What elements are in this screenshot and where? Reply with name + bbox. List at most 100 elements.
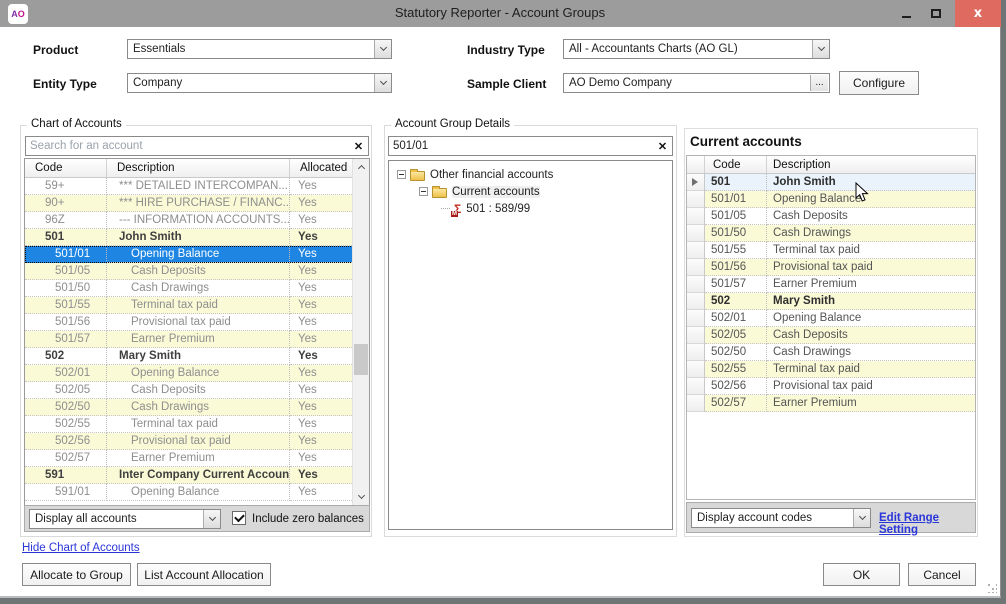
row-selector[interactable] <box>687 208 705 225</box>
product-select[interactable]: Essentials <box>127 39 392 59</box>
entity-type-select[interactable]: Company <box>127 73 392 93</box>
tree-item-label: Other financial accounts <box>430 169 553 181</box>
group-filter-input[interactable] <box>393 138 652 154</box>
row-selector[interactable] <box>687 327 705 344</box>
cell-description: Cash Deposits <box>767 208 975 225</box>
table-row[interactable]: 501/50Cash Drawings <box>687 225 975 242</box>
row-selector[interactable] <box>687 310 705 327</box>
table-row[interactable]: 591/01Opening BalanceYes <box>25 484 369 501</box>
group-filter-box[interactable]: ✕ <box>388 136 673 156</box>
row-selector[interactable] <box>687 361 705 378</box>
display-account-codes-dropdown-button[interactable] <box>853 509 870 527</box>
column-header-description[interactable]: Description <box>767 156 975 173</box>
table-row[interactable]: 501/01Opening BalanceYes <box>25 246 369 263</box>
table-row[interactable]: 591Inter Company Current Accoun...Yes <box>25 467 369 484</box>
table-row[interactable]: 501/57Earner PremiumYes <box>25 331 369 348</box>
row-selector[interactable] <box>687 242 705 259</box>
cell-allocated: Yes <box>290 229 352 246</box>
display-account-codes-select[interactable]: Display account codes <box>691 508 871 528</box>
column-header-code[interactable]: Code <box>705 156 767 173</box>
entity-type-value: Company <box>133 77 182 89</box>
table-row[interactable]: 501/05Cash Deposits <box>687 208 975 225</box>
table-row[interactable]: 502/01Opening Balance <box>687 310 975 327</box>
allocate-to-group-button[interactable]: Allocate to Group <box>22 563 131 586</box>
collapse-icon[interactable] <box>397 170 406 179</box>
table-row[interactable]: 502/56Provisional tax paidYes <box>25 433 369 450</box>
cell-allocated: Yes <box>290 331 352 348</box>
table-row[interactable]: 90+*** HIRE PURCHASE / FINANC...Yes <box>25 195 369 212</box>
close-button[interactable]: x <box>955 0 1001 27</box>
table-row[interactable]: 502/50Cash DrawingsYes <box>25 399 369 416</box>
configure-button[interactable]: Configure <box>839 71 919 95</box>
cell-description: Cash Deposits <box>107 382 290 399</box>
table-row[interactable]: 502/55Terminal tax paidYes <box>25 416 369 433</box>
row-selector[interactable] <box>687 344 705 361</box>
table-row[interactable]: 502/05Cash Deposits <box>687 327 975 344</box>
display-accounts-dropdown-button[interactable] <box>203 510 220 528</box>
list-account-allocation-button[interactable]: List Account Allocation <box>137 563 271 586</box>
account-search-box[interactable]: ✕ <box>25 136 369 156</box>
table-row[interactable]: 502/55Terminal tax paid <box>687 361 975 378</box>
tree-item[interactable]: Current accounts <box>389 183 672 200</box>
sample-client-field[interactable]: AO Demo Company ... <box>563 73 830 93</box>
browse-button[interactable]: ... <box>810 75 828 91</box>
cell-description: Terminal tax paid <box>107 416 290 433</box>
column-header-code[interactable]: Code <box>25 159 107 177</box>
cancel-button[interactable]: Cancel <box>908 563 976 586</box>
table-row[interactable]: 502/50Cash Drawings <box>687 344 975 361</box>
table-row[interactable]: 501John Smith <box>687 174 975 191</box>
row-selector[interactable] <box>687 225 705 242</box>
table-row[interactable]: 501John SmithYes <box>25 229 369 246</box>
row-selector-current[interactable] <box>687 174 705 191</box>
column-header-allocated[interactable]: Allocated <box>290 159 352 177</box>
table-row[interactable]: 501/01Opening Balance <box>687 191 975 208</box>
scrollbar-thumb[interactable] <box>354 344 368 375</box>
row-selector[interactable] <box>687 259 705 276</box>
scroll-up-button[interactable] <box>353 159 369 175</box>
industry-type-dropdown-button[interactable] <box>812 40 829 58</box>
titlebar[interactable]: AO Statutory Reporter - Account Groups x <box>0 0 1000 27</box>
tree-item[interactable]: ΣM501 : 589/99 <box>389 200 672 217</box>
column-header-description[interactable]: Description <box>107 159 290 177</box>
collapse-icon[interactable] <box>419 187 428 196</box>
hide-chart-of-accounts-link[interactable]: Hide Chart of Accounts <box>22 542 140 554</box>
table-row[interactable]: 501/56Provisional tax paid <box>687 259 975 276</box>
row-selector[interactable] <box>687 378 705 395</box>
row-selector[interactable] <box>687 395 705 412</box>
table-row[interactable]: 502Mary Smith <box>687 293 975 310</box>
table-row[interactable]: 502Mary SmithYes <box>25 348 369 365</box>
maximize-button[interactable] <box>923 0 949 27</box>
row-selector[interactable] <box>687 276 705 293</box>
industry-type-select[interactable]: All - Accountants Charts (AO GL) <box>563 39 830 59</box>
clear-search-icon[interactable]: ✕ <box>350 138 367 154</box>
row-selector[interactable] <box>687 191 705 208</box>
display-accounts-select[interactable]: Display all accounts <box>29 509 221 529</box>
table-row[interactable]: 502/57Earner Premium <box>687 395 975 412</box>
row-selector[interactable] <box>687 293 705 310</box>
ok-button[interactable]: OK <box>823 563 900 586</box>
table-row[interactable]: 502/57Earner PremiumYes <box>25 450 369 467</box>
edit-range-setting-link[interactable]: Edit Range Setting <box>879 512 975 536</box>
table-row[interactable]: 501/50Cash DrawingsYes <box>25 280 369 297</box>
product-dropdown-button[interactable] <box>374 40 391 58</box>
cell-description: Provisional tax paid <box>107 314 290 331</box>
table-row[interactable]: 59+*** DETAILED INTERCOMPAN...Yes <box>25 178 369 195</box>
resize-grip[interactable] <box>987 583 997 593</box>
table-row[interactable]: 96Z--- INFORMATION ACCOUNTS...Yes <box>25 212 369 229</box>
table-row[interactable]: 501/55Terminal tax paidYes <box>25 297 369 314</box>
table-row[interactable]: 501/55Terminal tax paid <box>687 242 975 259</box>
table-row[interactable]: 502/05Cash DepositsYes <box>25 382 369 399</box>
table-row[interactable]: 502/01Opening BalanceYes <box>25 365 369 382</box>
table-row[interactable]: 501/56Provisional tax paidYes <box>25 314 369 331</box>
table-row[interactable]: 501/05Cash DepositsYes <box>25 263 369 280</box>
vertical-scrollbar[interactable] <box>352 159 369 505</box>
tree-item[interactable]: Other financial accounts <box>389 166 672 183</box>
table-row[interactable]: 501/57Earner Premium <box>687 276 975 293</box>
minimize-button[interactable] <box>893 0 919 27</box>
include-zero-balances-checkbox[interactable] <box>232 511 246 525</box>
clear-filter-icon[interactable]: ✕ <box>654 138 671 154</box>
scroll-down-button[interactable] <box>353 489 369 505</box>
table-row[interactable]: 502/56Provisional tax paid <box>687 378 975 395</box>
search-input[interactable] <box>30 138 348 154</box>
entity-type-dropdown-button[interactable] <box>374 74 391 92</box>
